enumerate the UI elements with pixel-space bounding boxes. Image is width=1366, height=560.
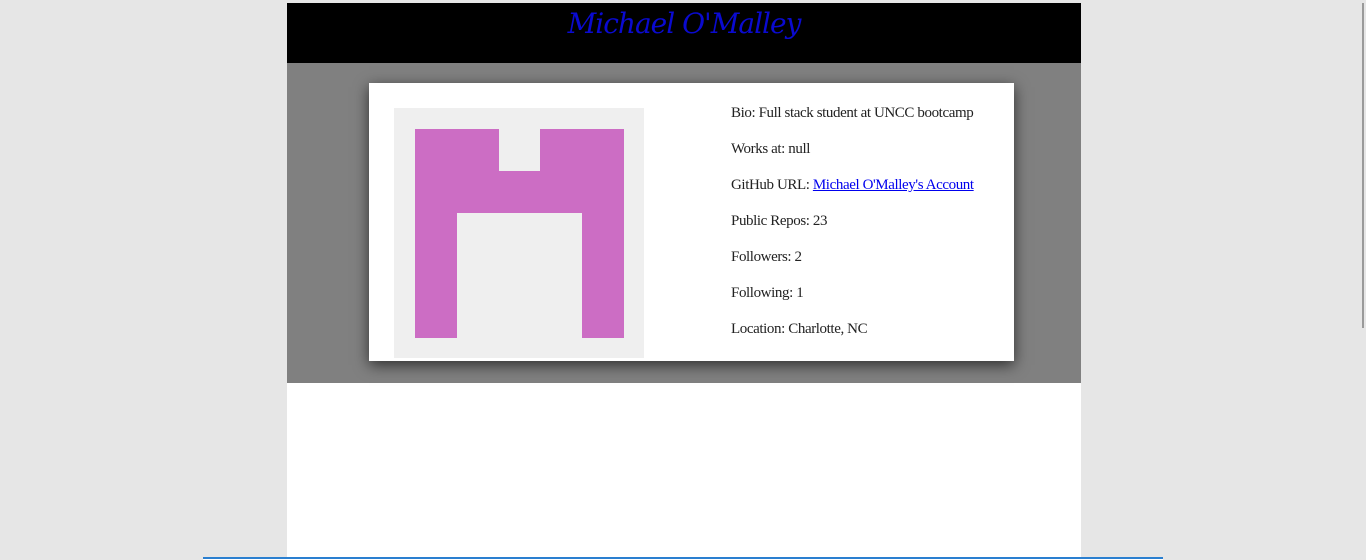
profile-band: Bio: Full stack student at UNCC bootcamp… xyxy=(287,63,1081,383)
public-repos-value: 23 xyxy=(812,213,828,229)
public-repos-line: Public Repos: 23 xyxy=(731,211,1011,231)
page-container: Michael O'Malley Bio: Full stack student… xyxy=(287,3,1081,560)
location-label: Location: xyxy=(731,321,789,337)
following-value: 1 xyxy=(796,285,804,301)
followers-value: 2 xyxy=(794,249,803,265)
following-label: Following: xyxy=(731,285,797,301)
works-at-label: Works at: xyxy=(731,141,789,157)
avatar xyxy=(394,108,644,358)
works-at-line: Works at: null xyxy=(731,139,1011,159)
bio-line: Bio: Full stack student at UNCC bootcamp xyxy=(731,103,1011,123)
following-line: Following: 1 xyxy=(731,283,1011,303)
bio-label: Bio: xyxy=(731,105,759,121)
followers-label: Followers: xyxy=(731,249,795,265)
github-account-link[interactable]: Michael O'Malley's Account xyxy=(813,177,974,193)
scrollbar[interactable] xyxy=(1362,3,1364,328)
github-url-line: GitHub URL: Michael O'Malley's Account xyxy=(731,175,1011,195)
profile-info: Bio: Full stack student at UNCC bootcamp… xyxy=(731,103,1011,355)
location-line: Location: Charlotte, NC xyxy=(731,319,1011,339)
identicon-m-icon xyxy=(394,108,644,358)
header-bar: Michael O'Malley xyxy=(287,3,1081,63)
followers-line: Followers: 2 xyxy=(731,247,1011,267)
location-value: Charlotte, NC xyxy=(788,321,868,337)
github-url-label: GitHub URL: xyxy=(731,177,813,193)
works-at-value: null xyxy=(788,141,811,157)
profile-card: Bio: Full stack student at UNCC bootcamp… xyxy=(369,83,1014,361)
bio-value: Full stack student at UNCC bootcamp xyxy=(758,105,974,121)
page-title: Michael O'Malley xyxy=(567,7,802,40)
public-repos-label: Public Repos: xyxy=(731,213,813,229)
